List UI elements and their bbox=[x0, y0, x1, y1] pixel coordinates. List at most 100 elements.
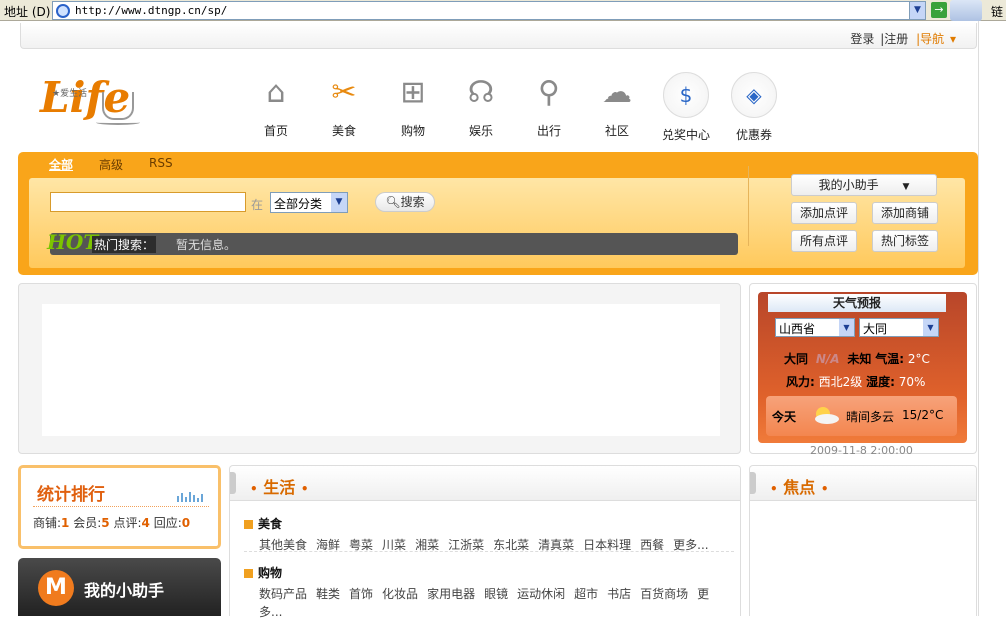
category-link[interactable]: 清真菜 bbox=[538, 538, 574, 552]
login-link[interactable]: 登录 bbox=[850, 32, 874, 46]
my-helper-panel[interactable]: M 我的小助手 bbox=[18, 558, 221, 616]
section-edge bbox=[230, 472, 236, 494]
all-reviews-button[interactable]: 所有点评 bbox=[791, 230, 857, 252]
category-link[interactable]: 日本料理 bbox=[583, 538, 631, 552]
province-select[interactable]: 山西省 ▼ bbox=[775, 318, 855, 337]
weather-widget: 天气预报 山西省 ▼ 大同 ▼ 大同 N/A 未知 气温: 2°C 风力: 西北2级… bbox=[749, 283, 977, 457]
category-link[interactable]: 百货商场 bbox=[640, 587, 688, 601]
category-link[interactable]: 化妆品 bbox=[382, 587, 418, 601]
category-link[interactable]: 眼镜 bbox=[484, 587, 508, 601]
category-link[interactable]: 江浙菜 bbox=[448, 538, 484, 552]
add-review-button[interactable]: 添加点评 bbox=[791, 202, 857, 224]
today-desc: 晴间多云 bbox=[846, 410, 895, 424]
city-select[interactable]: 大同 ▼ bbox=[859, 318, 939, 337]
nav-menu-link[interactable]: |导航 ▾ bbox=[914, 32, 956, 46]
category-link[interactable]: 其他美食 bbox=[259, 538, 307, 552]
logo-tagline: ★爱生活 bbox=[52, 89, 88, 99]
tab-all[interactable]: 全部 bbox=[49, 156, 73, 173]
magnifier-icon: 🔍︎ bbox=[385, 195, 401, 209]
category-shopping: 购物 数码产品 鞋类 首饰 化妆品 家用电器 眼镜 运动休闲 超市 书店 百货商场更多... bbox=[244, 564, 734, 621]
go-arrow-icon[interactable]: → bbox=[931, 2, 947, 18]
hot-search-bar: HOT 热门搜索： 暂无信息。 bbox=[47, 230, 738, 255]
nav-item-prize-center[interactable]: $ 兑奖中心 bbox=[656, 72, 716, 143]
weather-today: 今天 晴间多云 15/2°C bbox=[766, 396, 957, 436]
banner-area bbox=[18, 283, 741, 454]
weather-line-2: 风力: 西北2级 湿度: 70% bbox=[786, 375, 926, 389]
square-bullet-icon bbox=[244, 569, 253, 578]
category-link[interactable]: 书店 bbox=[607, 587, 631, 601]
chevron-down-icon: ▼ bbox=[923, 319, 938, 336]
dot-icon: • bbox=[300, 482, 309, 496]
today-temp: 15/2°C bbox=[902, 408, 944, 422]
search-panel: 全部 高级 RSS 在 全部分类 ▼ 🔍︎搜索 HOT 热门搜索： 暂无信息。 … bbox=[18, 152, 978, 275]
add-shop-button[interactable]: 添加商铺 bbox=[872, 202, 938, 224]
category-link[interactable]: 海鲜 bbox=[316, 538, 340, 552]
hot-badge: HOT bbox=[47, 230, 99, 254]
home-icon: ⌂ bbox=[266, 75, 286, 110]
nav-item-food[interactable]: ✂ 美食 bbox=[314, 72, 374, 139]
search-input[interactable] bbox=[50, 192, 246, 212]
tab-rss[interactable]: RSS bbox=[149, 156, 173, 170]
category-heading[interactable]: 购物 bbox=[244, 564, 734, 581]
category-heading[interactable]: 美食 bbox=[244, 515, 718, 532]
focus-title: • 焦点 • bbox=[770, 478, 829, 497]
chevron-down-icon: ▼ bbox=[839, 319, 854, 336]
dot-icon: • bbox=[250, 482, 258, 496]
category-link[interactable]: 粤菜 bbox=[349, 538, 373, 552]
nav-item-travel[interactable]: ⚲ 出行 bbox=[519, 72, 579, 139]
assistant-dropdown[interactable]: 我的小助手 ▼ bbox=[791, 174, 937, 196]
browser-logo-icon bbox=[950, 0, 982, 21]
category-link[interactable]: 川菜 bbox=[382, 538, 406, 552]
category-link[interactable]: 家用电器 bbox=[427, 587, 475, 601]
nav-item-coupons[interactable]: ◈ 优惠券 bbox=[724, 72, 784, 143]
life-section: • 生活 • 美食 其他美食 海鲜 粤菜 川菜 湘菜 江浙菜 东北菜 清真菜 日本料理 西餐 更多.… bbox=[229, 465, 741, 619]
weather-date: 2009-11-8 2:00:00 bbox=[810, 444, 913, 457]
nav-item-entertainment[interactable]: ☊ 娱乐 bbox=[451, 72, 511, 139]
top-links: 登录 |注册 |导航 ▾ bbox=[848, 30, 956, 47]
address-dropdown-icon[interactable]: ▼ bbox=[909, 2, 925, 19]
category-separator bbox=[244, 551, 734, 552]
category-link[interactable]: 运动休闲 bbox=[517, 587, 565, 601]
coffee-cup-icon bbox=[102, 92, 134, 120]
partly-cloudy-icon bbox=[815, 407, 839, 424]
life-title: • 生活 • bbox=[250, 478, 309, 497]
category-link[interactable]: 鞋类 bbox=[316, 587, 340, 601]
life-header: • 生活 • bbox=[230, 466, 740, 501]
links-label[interactable]: 链 bbox=[991, 3, 1003, 20]
category-link[interactable]: 首饰 bbox=[349, 587, 373, 601]
address-url[interactable]: http://www.dtngp.cn/sp/ bbox=[75, 4, 227, 17]
headphones-icon: ☊ bbox=[467, 75, 495, 110]
category-link[interactable]: 湘菜 bbox=[415, 538, 439, 552]
search-button[interactable]: 🔍︎搜索 bbox=[375, 192, 435, 212]
category-link[interactable]: 数码产品 bbox=[259, 587, 307, 601]
hot-tags-button[interactable]: 热门标签 bbox=[872, 230, 938, 252]
site-logo[interactable]: Life ★爱生活 bbox=[40, 70, 140, 132]
nav-label: 首页 bbox=[263, 124, 288, 138]
nav-item-community[interactable]: ☁ 社区 bbox=[587, 72, 647, 139]
square-bullet-icon bbox=[244, 520, 253, 529]
category-link[interactable]: 西餐 bbox=[640, 538, 664, 552]
nav-label: 社区 bbox=[604, 124, 629, 138]
more-link[interactable]: 多... bbox=[259, 605, 282, 619]
weather-line-1: 大同 N/A 未知 气温: 2°C bbox=[784, 352, 930, 366]
nav-item-shopping[interactable]: ⊞ 购物 bbox=[383, 72, 443, 139]
hot-search-empty: 暂无信息。 bbox=[176, 238, 237, 252]
search-in-label: 在 bbox=[251, 198, 264, 212]
section-edge bbox=[750, 472, 756, 494]
dot-icon: • bbox=[820, 482, 829, 496]
category-link[interactable]: 超市 bbox=[574, 587, 598, 601]
nav-item-home[interactable]: ⌂ 首页 bbox=[246, 72, 306, 139]
caret-down-icon: ▾ bbox=[949, 32, 956, 46]
panel-divider bbox=[748, 166, 749, 246]
more-link[interactable]: 更 bbox=[697, 587, 709, 601]
browser-address-bar: 地址 (D) http://www.dtngp.cn/sp/ ▼ → 链 bbox=[0, 0, 1006, 21]
address-input[interactable]: http://www.dtngp.cn/sp/ ▼ bbox=[52, 1, 926, 20]
category-link[interactable]: 东北菜 bbox=[493, 538, 529, 552]
register-link[interactable]: |注册 bbox=[880, 32, 908, 46]
sale-tag-icon: ◈ bbox=[731, 72, 777, 118]
tab-advanced[interactable]: 高级 bbox=[99, 156, 123, 173]
more-link[interactable]: 更多... bbox=[673, 538, 708, 552]
category-select[interactable]: 全部分类 ▼ bbox=[270, 192, 348, 213]
address-label: 地址 (D) bbox=[4, 5, 51, 19]
stats-title: 统计排行 bbox=[37, 485, 105, 505]
